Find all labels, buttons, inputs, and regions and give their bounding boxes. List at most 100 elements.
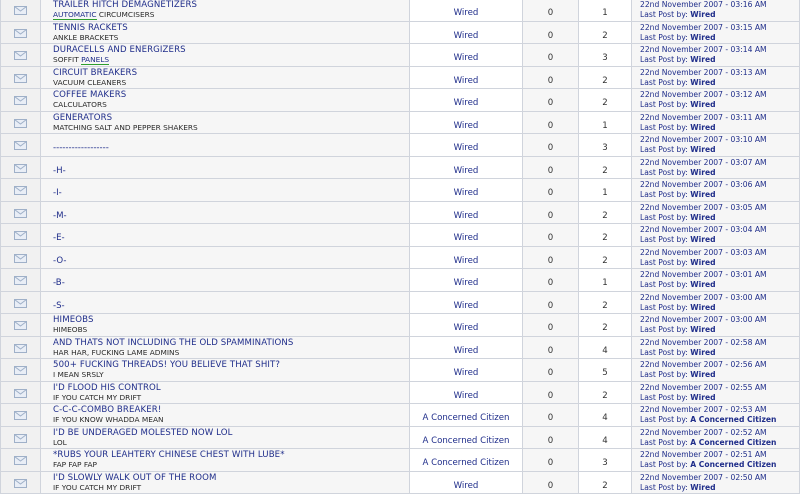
last-poster-link[interactable]: Wired — [690, 393, 715, 402]
topic-title-link[interactable]: -O- — [53, 256, 66, 266]
last-poster-link[interactable]: Wired — [690, 348, 715, 357]
topic-title-link[interactable]: TRAILER HITCH DEMAGNETIZERS — [53, 0, 409, 10]
topic-author-link[interactable]: A Concerned Citizen — [422, 413, 509, 423]
last-post-cell: 22nd November 2007 - 03:14 AM Last Post b… — [631, 43, 800, 67]
last-post-date-link[interactable]: 22nd November 2007 - 03:00 AM — [640, 315, 799, 325]
topic-title-link[interactable]: -H- — [53, 166, 66, 176]
last-post-date-link[interactable]: 22nd November 2007 - 02:52 AM — [640, 428, 799, 438]
topic-author-link[interactable]: Wired — [454, 256, 479, 266]
topic-author-link[interactable]: Wired — [454, 301, 479, 311]
last-post-date-link[interactable]: 22nd November 2007 - 02:53 AM — [640, 405, 799, 415]
last-post-cell: 22nd November 2007 - 02:58 AM Last Post b… — [631, 335, 800, 359]
last-poster-link[interactable]: Wired — [690, 145, 715, 154]
envelope-icon — [14, 73, 27, 83]
last-poster-link[interactable]: Wired — [690, 235, 715, 244]
envelope-icon — [14, 343, 27, 353]
last-poster-link[interactable]: Wired — [690, 55, 715, 64]
last-poster-link[interactable]: Wired — [690, 190, 715, 199]
topic-author-link[interactable]: Wired — [454, 98, 479, 108]
last-post-date-link[interactable]: 22nd November 2007 - 03:10 AM — [640, 135, 799, 145]
last-poster-link[interactable]: Wired — [690, 258, 715, 267]
last-post-date-link[interactable]: 22nd November 2007 - 02:58 AM — [640, 338, 799, 348]
topic-cell: -O- — [40, 245, 410, 269]
last-poster-link[interactable]: Wired — [690, 123, 715, 132]
last-poster-link[interactable]: Wired — [690, 100, 715, 109]
last-poster-link[interactable]: A Concerned Citizen — [690, 460, 776, 469]
last-post-date-link[interactable]: 22nd November 2007 - 03:14 AM — [640, 45, 799, 55]
last-post-date-link[interactable]: 22nd November 2007 - 02:51 AM — [640, 450, 799, 460]
last-poster-link[interactable]: Wired — [690, 483, 715, 492]
last-post-date-link[interactable]: 22nd November 2007 - 03:00 AM — [640, 293, 799, 303]
topic-title-link[interactable]: C-C-C-COMBO BREAKER! — [53, 405, 409, 415]
topic-title-link[interactable]: -S- — [53, 301, 65, 311]
last-poster-link[interactable]: Wired — [690, 168, 715, 177]
topic-author-link[interactable]: Wired — [454, 368, 479, 378]
topic-title-link[interactable]: I'D BE UNDERAGED MOLESTED NOW LOL — [53, 428, 409, 438]
topic-author-link[interactable]: Wired — [454, 233, 479, 243]
topic-title-link[interactable]: AND THATS NOT INCLUDING THE OLD SPAMMINA… — [53, 338, 409, 348]
last-post-date-link[interactable]: 22nd November 2007 - 02:56 AM — [640, 360, 799, 370]
topic-title-link[interactable]: I'D SLOWLY WALK OUT OF THE ROOM — [53, 473, 409, 483]
topic-author-link[interactable]: Wired — [454, 76, 479, 86]
last-poster-link[interactable]: Wired — [690, 325, 715, 334]
last-poster-link[interactable]: A Concerned Citizen — [690, 415, 776, 424]
topic-title-link[interactable]: -B- — [53, 278, 65, 288]
last-post-cell: 22nd November 2007 - 03:00 AM Last Post b… — [631, 313, 800, 337]
topic-title-link[interactable]: I'D FLOOD HIS CONTROL — [53, 383, 409, 393]
last-poster-link[interactable]: Wired — [690, 33, 715, 42]
last-poster-link[interactable]: Wired — [690, 10, 715, 19]
topic-title-link[interactable]: -M- — [53, 211, 67, 221]
topic-row: I'D FLOOD HIS CONTROL IF YOU CATCH MY DRI… — [0, 380, 800, 404]
topic-author-link[interactable]: Wired — [454, 143, 479, 153]
topic-author-link[interactable]: Wired — [454, 53, 479, 63]
topic-author-link[interactable]: Wired — [454, 166, 479, 176]
last-post-cell: 22nd November 2007 - 02:50 AM Last Post b… — [631, 470, 800, 494]
topic-title-link[interactable]: 500+ FUCKING THREADS! YOU BELIEVE THAT S… — [53, 360, 409, 370]
last-post-date-link[interactable]: 22nd November 2007 - 03:01 AM — [640, 270, 799, 280]
topic-author-link[interactable]: Wired — [454, 278, 479, 288]
topic-author-link[interactable]: Wired — [454, 323, 479, 333]
topic-author-link[interactable]: A Concerned Citizen — [422, 436, 509, 446]
last-post-date-link[interactable]: 22nd November 2007 - 03:11 AM — [640, 113, 799, 123]
last-post-date-link[interactable]: 22nd November 2007 - 02:50 AM — [640, 473, 799, 483]
topic-title-link[interactable]: HIMEOBS — [53, 315, 409, 325]
topic-author-link[interactable]: Wired — [454, 8, 479, 18]
last-post-by: Last Post by: Wired — [640, 33, 799, 42]
last-post-date-link[interactable]: 22nd November 2007 - 03:03 AM — [640, 248, 799, 258]
last-post-date-link[interactable]: 22nd November 2007 - 02:55 AM — [640, 383, 799, 393]
topic-title-link[interactable]: *RUBS YOUR LEAHTERY CHINESE CHEST WITH L… — [53, 450, 409, 460]
topic-row: ------------------ Wired 0 3 22nd November 2… — [0, 133, 800, 157]
last-poster-link[interactable]: Wired — [690, 370, 715, 379]
last-poster-link[interactable]: Wired — [690, 78, 715, 87]
last-post-date-link[interactable]: 22nd November 2007 - 03:15 AM — [640, 23, 799, 33]
last-poster-link[interactable]: Wired — [690, 213, 715, 222]
topic-title-link[interactable]: TENNIS RACKETS — [53, 23, 409, 33]
last-post-date-link[interactable]: 22nd November 2007 - 03:16 AM — [640, 0, 799, 10]
topic-author-link[interactable]: Wired — [454, 121, 479, 131]
last-post-date-link[interactable]: 22nd November 2007 - 03:07 AM — [640, 158, 799, 168]
last-post-date-link[interactable]: 22nd November 2007 - 03:13 AM — [640, 68, 799, 78]
last-post-date-link[interactable]: 22nd November 2007 - 03:12 AM — [640, 90, 799, 100]
topic-author-link[interactable]: Wired — [454, 346, 479, 356]
last-poster-link[interactable]: Wired — [690, 280, 715, 289]
topic-author-link[interactable]: A Concerned Citizen — [422, 458, 509, 468]
topic-author-link[interactable]: Wired — [454, 211, 479, 221]
topic-title-link[interactable]: GENERATORS — [53, 113, 409, 123]
last-poster-link[interactable]: Wired — [690, 303, 715, 312]
topic-title-link[interactable]: DURACELLS AND ENERGIZERS — [53, 45, 409, 55]
topic-author-link[interactable]: Wired — [454, 188, 479, 198]
topic-title-link[interactable]: ------------------ — [53, 143, 109, 153]
topic-title-link[interactable]: CIRCUIT BREAKERS — [53, 68, 409, 78]
topic-author-link[interactable]: Wired — [454, 31, 479, 41]
topic-author-link[interactable]: Wired — [454, 481, 479, 491]
topic-title-link[interactable]: -I- — [53, 188, 62, 198]
topic-title-link[interactable]: COFFEE MAKERS — [53, 90, 409, 100]
last-post-date-link[interactable]: 22nd November 2007 - 03:05 AM — [640, 203, 799, 213]
topic-author-link[interactable]: Wired — [454, 391, 479, 401]
topic-title-link[interactable]: -E- — [53, 233, 65, 243]
last-post-date-link[interactable]: 22nd November 2007 - 03:06 AM — [640, 180, 799, 190]
topic-row: DURACELLS AND ENERGIZERS SOFFIT PANELS Wir… — [0, 43, 800, 67]
last-post-date-link[interactable]: 22nd November 2007 - 03:04 AM — [640, 225, 799, 235]
replies-cell: 0 — [522, 133, 579, 157]
last-poster-link[interactable]: A Concerned Citizen — [690, 438, 776, 447]
